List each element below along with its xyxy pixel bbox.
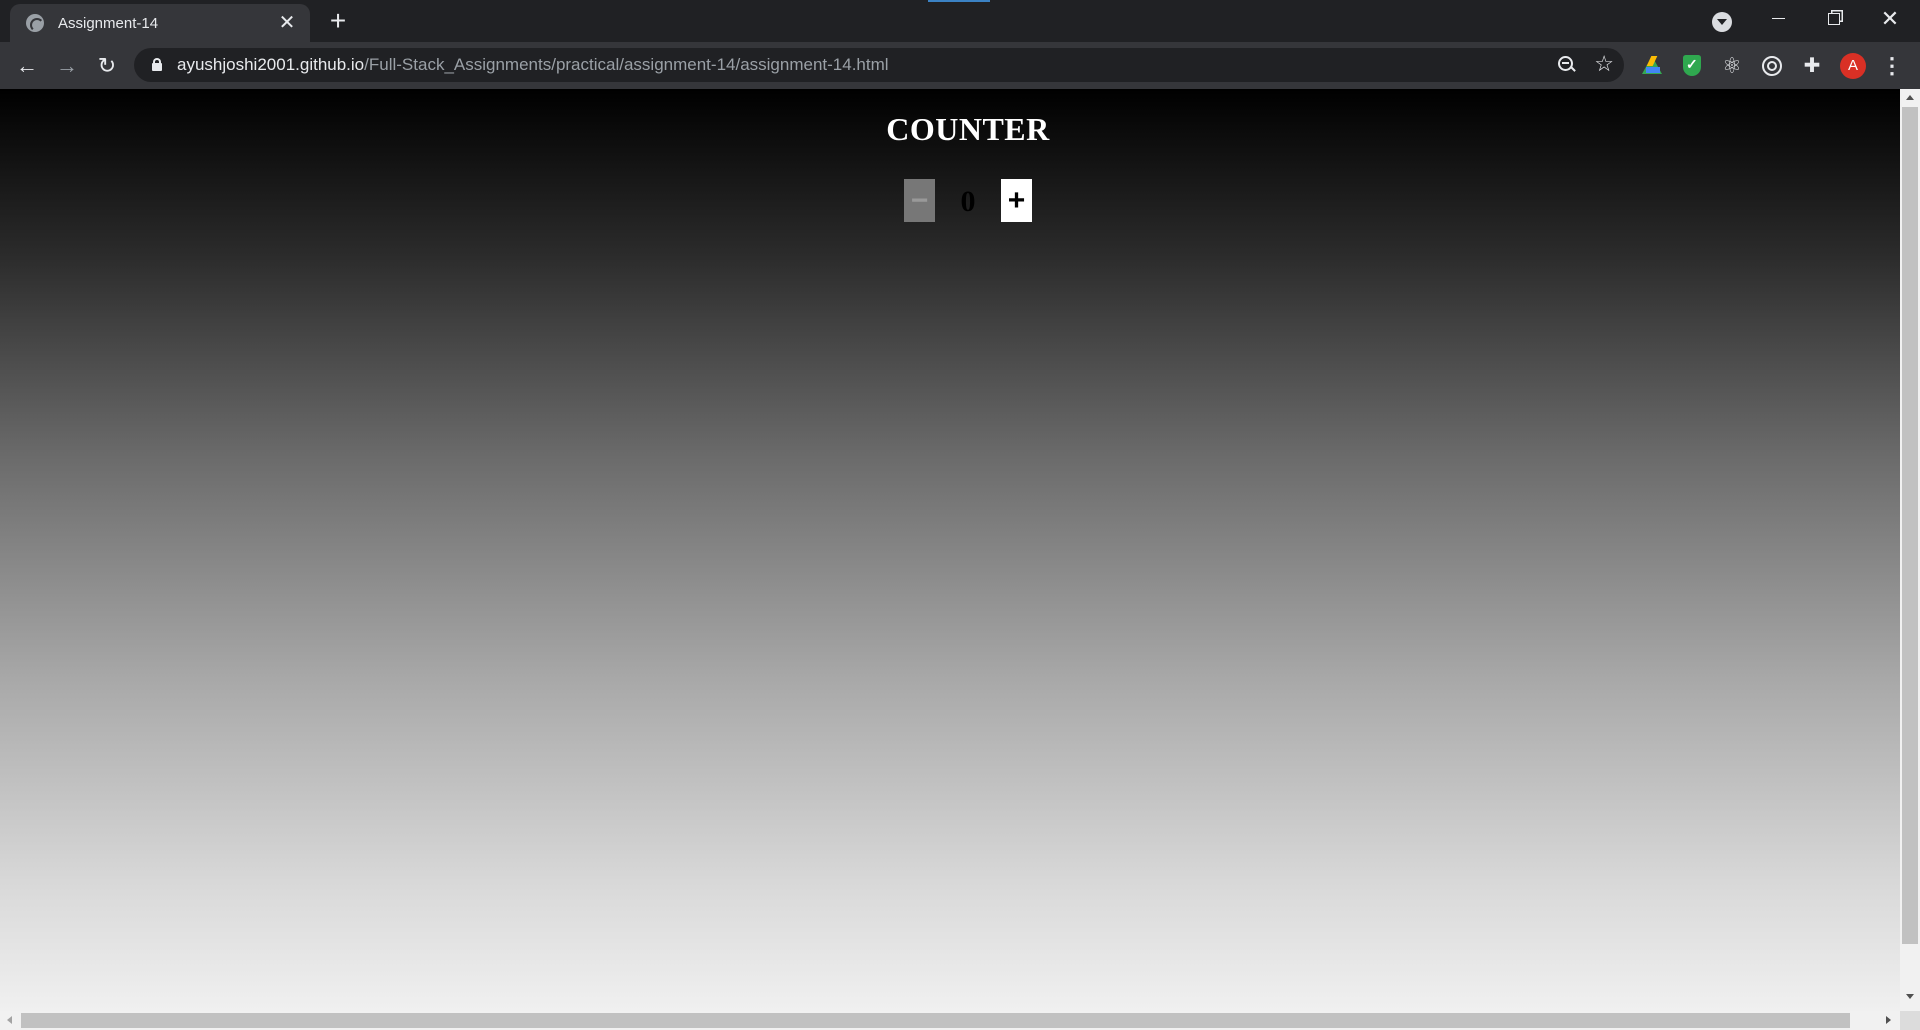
vertical-scrollbar[interactable] xyxy=(1900,89,1920,1011)
back-button[interactable]: ← xyxy=(12,51,42,81)
window-close-button[interactable]: ✕ xyxy=(1862,0,1918,40)
restore-icon xyxy=(1828,12,1840,25)
bookmark-star-icon[interactable]: ☆ xyxy=(1594,51,1614,77)
atom-icon[interactable]: ⚛ xyxy=(1720,54,1744,78)
tab-title: Assignment-14 xyxy=(58,14,159,32)
forward-button[interactable]: → xyxy=(52,51,82,81)
page-viewport: COUNTER − 0 + xyxy=(0,89,1900,1011)
loading-indicator xyxy=(928,0,990,2)
decrement-button[interactable]: − xyxy=(904,179,935,222)
tab-close-icon[interactable]: ✕ xyxy=(276,12,298,34)
count-value: 0 xyxy=(960,185,976,218)
tab-strip: Assignment-14 ✕ + ✕ xyxy=(0,0,1920,42)
google-drive-icon[interactable] xyxy=(1640,54,1664,78)
avatar[interactable]: A xyxy=(1840,53,1866,79)
zoom-icon[interactable] xyxy=(1558,56,1576,74)
counter-widget: − 0 + xyxy=(904,179,1032,223)
globe-icon xyxy=(26,14,44,32)
scroll-up-icon[interactable] xyxy=(1906,95,1914,100)
increment-button[interactable]: + xyxy=(1001,179,1032,222)
scroll-down-icon[interactable] xyxy=(1906,994,1914,999)
reload-button[interactable]: ↻ xyxy=(92,51,122,81)
tab-search-icon[interactable] xyxy=(1712,12,1732,32)
minimize-button[interactable] xyxy=(1750,0,1806,40)
url-text[interactable]: ayushjoshi2001.github.io/Full-Stack_Assi… xyxy=(177,55,889,75)
browser-toolbar: ← → ↻ ayushjoshi2001.github.io/Full-Stac… xyxy=(0,42,1920,89)
restore-button[interactable] xyxy=(1806,0,1862,40)
lock-icon[interactable] xyxy=(152,58,162,71)
scrollbar-corner xyxy=(1900,1011,1920,1030)
minimize-icon xyxy=(1771,18,1785,20)
page-title: COUNTER xyxy=(886,111,1050,147)
scroll-left-icon[interactable] xyxy=(7,1016,12,1024)
puzzle-icon[interactable]: ✚ xyxy=(1800,54,1824,78)
vertical-scroll-thumb[interactable] xyxy=(1902,107,1918,944)
scroll-right-icon[interactable] xyxy=(1886,1016,1891,1024)
menu-icon[interactable]: ⋮ xyxy=(1880,54,1904,78)
shield-check-icon[interactable] xyxy=(1680,54,1704,78)
new-tab-button[interactable]: + xyxy=(324,7,352,36)
horizontal-scroll-thumb[interactable] xyxy=(21,1013,1850,1028)
tab-assignment-14[interactable]: Assignment-14 ✕ xyxy=(10,4,310,42)
url-path: /Full-Stack_Assignments/practical/assign… xyxy=(364,55,889,74)
url-host: ayushjoshi2001.github.io xyxy=(177,55,365,74)
horizontal-scrollbar[interactable] xyxy=(0,1011,1900,1030)
address-bar[interactable]: ayushjoshi2001.github.io/Full-Stack_Assi… xyxy=(134,48,1624,82)
target-icon[interactable] xyxy=(1760,54,1784,78)
